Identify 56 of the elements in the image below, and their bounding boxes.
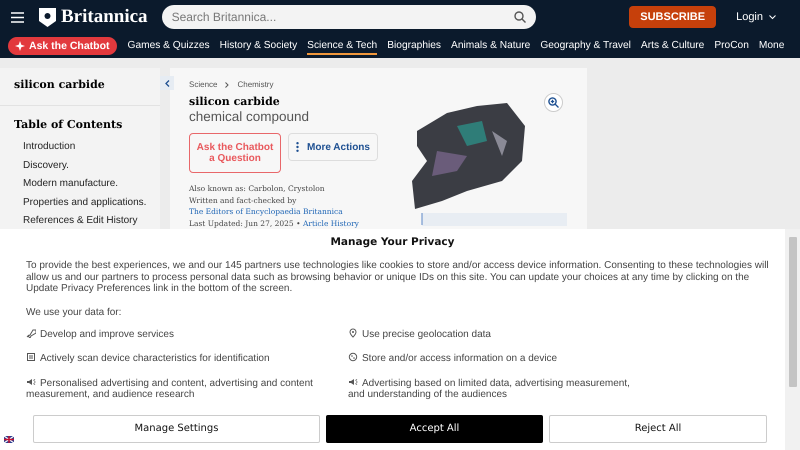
toc-heading: Table of Contents (13, 117, 124, 133)
nav-tab[interactable]: Animals & Nature (451, 38, 530, 54)
purpose-item: Use precise geolocation data (348, 328, 648, 340)
scan-icon (26, 352, 36, 362)
megaphone-icon (26, 376, 36, 386)
collapse-button[interactable] (160, 76, 174, 90)
chevron-left-icon (164, 80, 170, 86)
chevron-down-icon (769, 14, 776, 20)
purpose-item: Advertising based on limited data, advertising measurement, and understanding of the audiences (348, 376, 631, 400)
nav-tab[interactable]: Arts & Culture (640, 38, 704, 54)
toc-link[interactable]: Introduction (23, 138, 160, 157)
nav-tab[interactable]: Science & Tech (307, 38, 378, 54)
logo-icon (39, 8, 56, 26)
article-title: silicon carbide (189, 95, 281, 108)
search-icon[interactable] (514, 11, 526, 23)
login-menu[interactable]: Login (736, 11, 776, 23)
pin-icon (348, 328, 358, 338)
sidebar-title: silicon carbide (0, 68, 160, 106)
breadcrumb-link[interactable]: Chemistry (237, 80, 274, 89)
article-subtitle: chemical compound (189, 109, 310, 124)
purpose-item: Personalised advertising and content, advertising and content measurement, and audience research (26, 376, 314, 400)
nav-tab[interactable]: Games & Quizzes (128, 38, 210, 54)
nav-tab[interactable]: ProCon (714, 38, 749, 54)
chevron-right-icon (225, 82, 230, 88)
purposes-lead: We use your data for: (26, 306, 122, 318)
privacy-button[interactable]: Reject All (549, 414, 767, 442)
storage-icon (348, 352, 358, 362)
menu-icon[interactable] (11, 12, 24, 22)
language-flag-icon[interactable] (4, 436, 14, 443)
sparkle-icon (15, 41, 25, 51)
dialog-title: Manage Your Privacy (329, 236, 456, 248)
scrollbar-thumb[interactable] (789, 237, 797, 387)
zoom-in-icon (548, 97, 559, 108)
nav-tab[interactable]: Mone (758, 38, 784, 54)
purpose-item: Store and/or access information on a device (348, 352, 648, 364)
megaphone-icon (348, 376, 358, 386)
zoom-button[interactable] (544, 93, 563, 112)
subscribe-button[interactable]: SUBSCRIBE (629, 6, 716, 28)
toc-link[interactable]: Properties and applications. (23, 194, 160, 212)
nav-tab[interactable]: Geography & Travel (540, 38, 631, 54)
chatbot-button[interactable]: Ask the Chatbot (8, 37, 117, 55)
search-field[interactable]: Search Britannica... (162, 5, 536, 29)
toc-link[interactable]: Discovery. (23, 156, 160, 176)
nav-tab[interactable]: Biographies (387, 38, 442, 54)
privacy-button[interactable]: Manage Settings (33, 414, 320, 442)
privacy-button[interactable]: Accept All (326, 414, 543, 442)
kebab-icon (296, 142, 299, 152)
toc-link[interactable]: Modern manufacture. (23, 175, 160, 194)
purpose-item: Actively scan device characteristics for identification (26, 352, 348, 364)
toc-link[interactable]: References & Edit History (23, 212, 160, 231)
nav-tab[interactable]: History & Society (220, 38, 298, 54)
privacy-intro: To provide the best experiences, we and our 145 partners use technologies like cookies to store and/or access device information. Consenting to these technologies will allow us and our partners to process personal data such as browsing behavior or unique IDs on this site. You can update your choices at any time by clicking on the Update Privacy Preferences link in the bottom of the screen. (26, 260, 770, 294)
purpose-item: Develop and improve services (26, 328, 348, 340)
more-actions-button[interactable]: More Actions (288, 133, 378, 161)
brand-name[interactable]: Britannica (61, 6, 148, 28)
breadcrumb-link[interactable]: Science (189, 80, 218, 89)
